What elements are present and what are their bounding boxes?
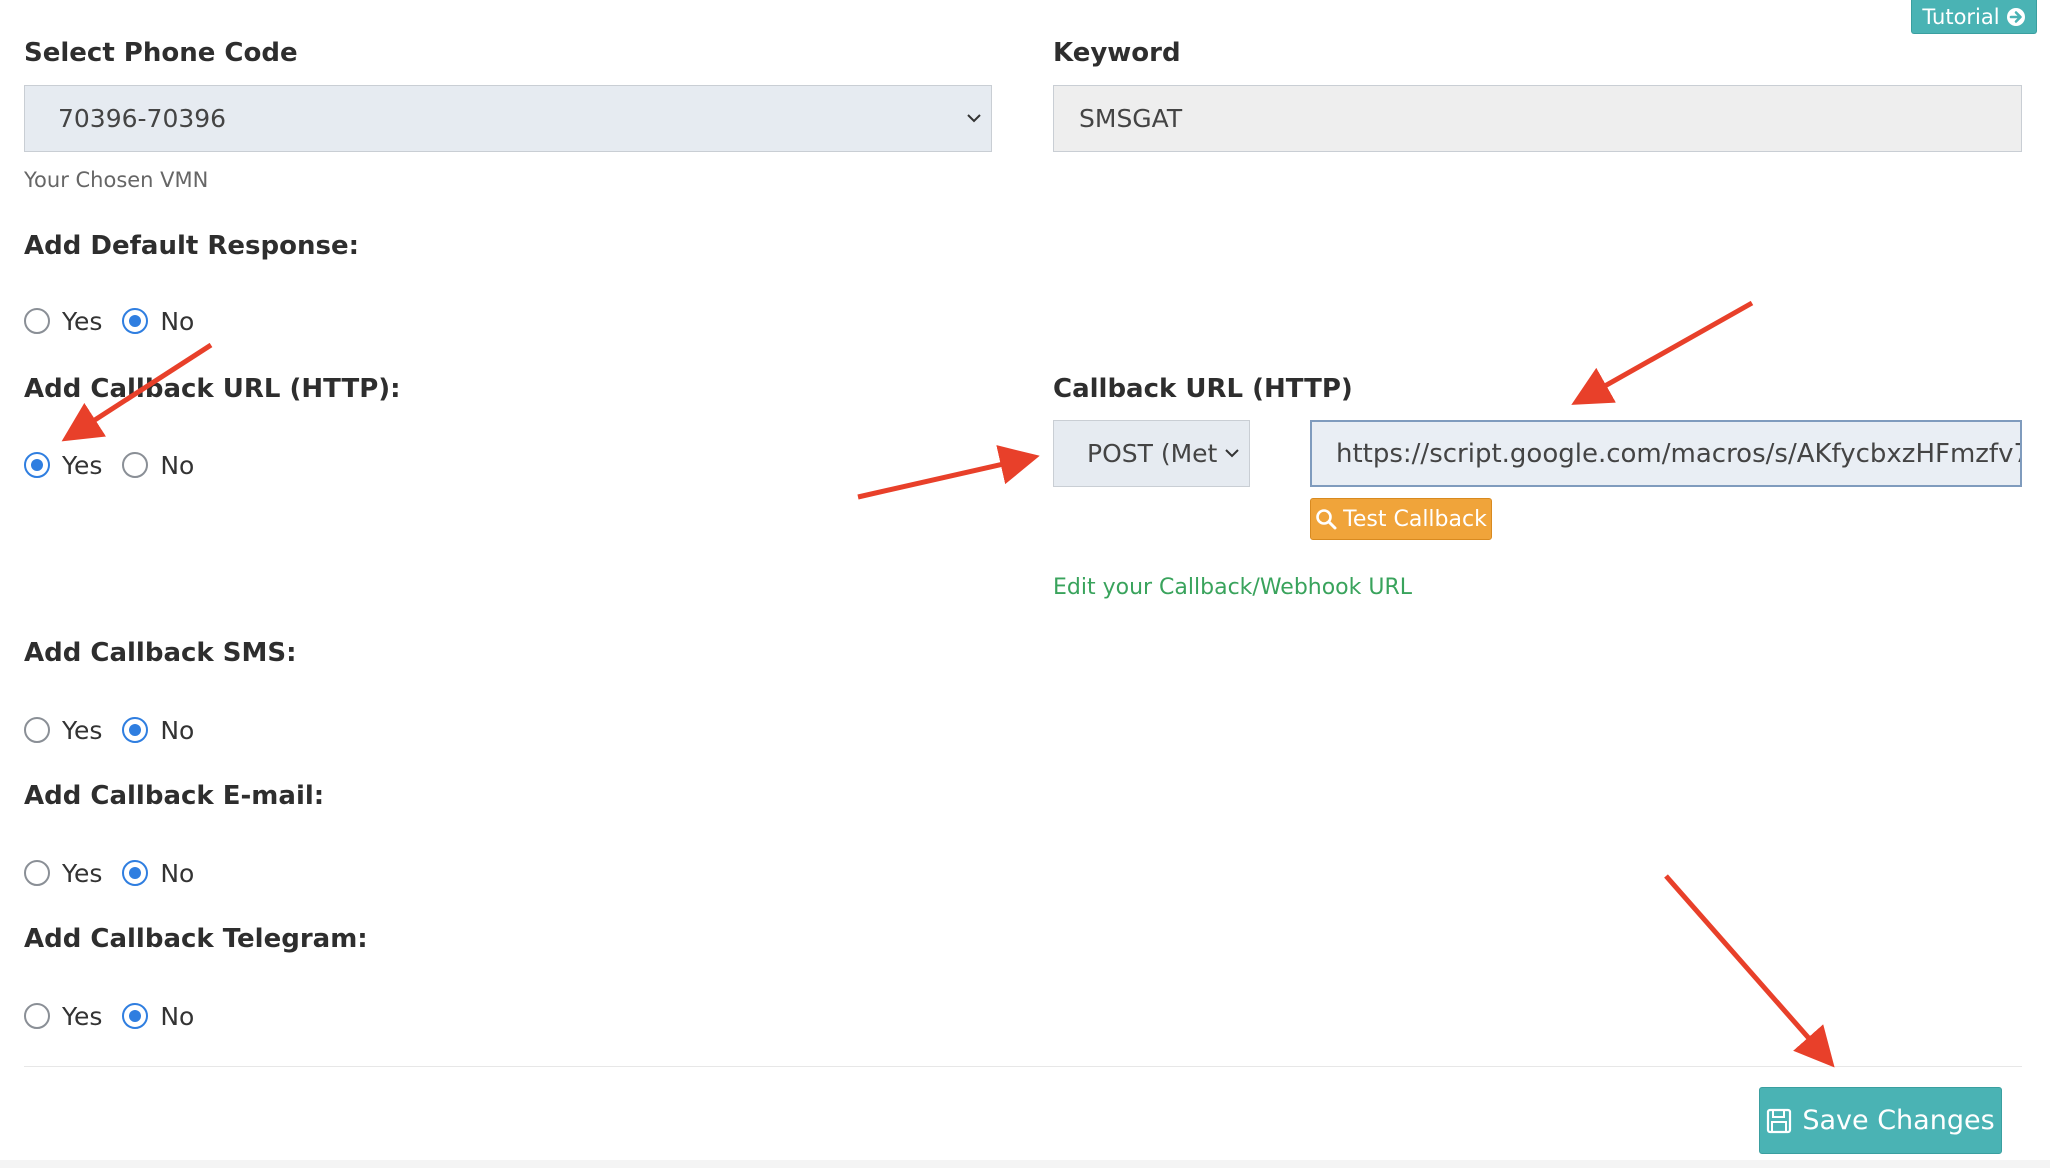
keyword-field[interactable]: SMSGAT (1053, 85, 2022, 152)
annotation-arrow-save (1664, 874, 1835, 1068)
annotation-arrow-url (1571, 300, 1754, 405)
test-callback-button[interactable]: Test Callback (1310, 498, 1492, 540)
test-callback-label: Test Callback (1343, 506, 1487, 532)
callback-telegram-radio-group: Yes No (24, 999, 214, 1033)
annotation-arrows (61, 300, 1835, 1068)
default-response-yes-radio[interactable] (24, 308, 50, 334)
callback-email-yes-radio[interactable] (24, 860, 50, 886)
callback-telegram-yes-label: Yes (62, 1001, 103, 1031)
chevron-down-icon (1225, 448, 1239, 457)
callback-telegram-yes-radio[interactable] (24, 1003, 50, 1029)
tutorial-label: Tutorial (1922, 4, 2000, 29)
chevron-down-icon (967, 113, 981, 122)
callback-url-label: Callback URL (HTTP) (1053, 374, 1353, 404)
callback-url-radio-group: Yes No (24, 448, 214, 482)
callback-sms-no-label: No (160, 715, 195, 745)
default-response-yes-label: Yes (62, 306, 103, 336)
callback-sms-label: Add Callback SMS: (24, 638, 297, 668)
callback-method-select[interactable]: POST (Meth (1053, 420, 1250, 487)
callback-sms-yes-label: Yes (62, 715, 103, 745)
callback-sms-no-radio[interactable] (122, 717, 149, 743)
callback-telegram-no-label: No (160, 1001, 195, 1031)
callback-email-no-label: No (160, 858, 195, 888)
callback-url-yes-label: Yes (62, 450, 103, 480)
callback-sms-yes-radio[interactable] (24, 717, 50, 743)
phone-code-help: Your Chosen VMN (24, 168, 209, 192)
annotation-arrow-method (857, 445, 1040, 500)
callback-email-label: Add Callback E-mail: (24, 781, 325, 811)
callback-email-yes-label: Yes (62, 858, 103, 888)
floppy-disk-icon (1767, 1108, 1792, 1133)
callback-url-no-label: No (160, 450, 195, 480)
keyword-value: SMSGAT (1079, 104, 1183, 133)
callback-method-value: POST (Meth (1087, 439, 1217, 468)
tutorial-button[interactable]: Tutorial (1911, 0, 2037, 34)
callback-email-radio-group: Yes No (24, 856, 214, 890)
phone-code-select[interactable]: 70396-70396 (24, 85, 992, 152)
search-icon (1316, 509, 1337, 530)
default-response-no-label: No (160, 306, 195, 336)
callback-telegram-label: Add Callback Telegram: (24, 924, 368, 954)
default-response-no-radio[interactable] (122, 308, 149, 334)
callback-url-no-radio[interactable] (122, 452, 149, 478)
callback-url-toggle-label: Add Callback URL (HTTP): (24, 374, 401, 404)
form-divider (24, 1066, 2022, 1067)
callback-sms-radio-group: Yes No (24, 713, 214, 747)
phone-code-value: 70396-70396 (58, 104, 227, 133)
bottom-strip (0, 1160, 2050, 1168)
phone-code-label: Select Phone Code (24, 38, 298, 68)
keyword-label: Keyword (1053, 38, 1181, 68)
default-response-radio-group: Yes No (24, 304, 214, 338)
callback-email-no-radio[interactable] (122, 860, 149, 886)
callback-url-yes-radio[interactable] (24, 452, 50, 478)
default-response-label: Add Default Response: (24, 231, 359, 261)
callback-url-input[interactable]: https://script.google.com/macros/s/AKfyc… (1310, 420, 2022, 487)
edit-callback-link[interactable]: Edit your Callback/Webhook URL (1053, 575, 1412, 600)
save-changes-button[interactable]: Save Changes (1759, 1087, 2002, 1154)
save-changes-label: Save Changes (1802, 1105, 1995, 1136)
callback-telegram-no-radio[interactable] (122, 1003, 149, 1029)
arrow-right-icon (2006, 7, 2025, 26)
callback-url-value: https://script.google.com/macros/s/AKfyc… (1336, 438, 2022, 469)
callback-settings-form: Tutorial Select Phone Code 70396-70396 Y… (0, 0, 2050, 1168)
